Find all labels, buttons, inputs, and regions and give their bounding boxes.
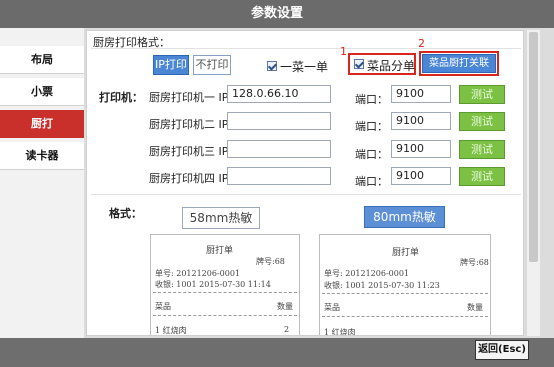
printer-2-port-input[interactable]: 9100 <box>391 112 451 130</box>
printer-4-port-input[interactable]: 9100 <box>391 167 451 185</box>
no-print-button[interactable]: 不打印 <box>193 55 231 75</box>
printer-4-test-button[interactable]: 测试 <box>459 167 505 186</box>
sidebar-item-layout[interactable]: 布局 <box>0 46 84 74</box>
split-order-label: 菜品分单 <box>367 59 416 73</box>
printer-2-label: 厨房打印机二 IP： <box>149 118 240 131</box>
printer-1-label: 厨房打印机一 IP： <box>149 91 240 104</box>
receipt-58-rule <box>153 315 297 316</box>
sidebar-item-card-reader[interactable]: 读卡器 <box>0 142 84 170</box>
printer-2-port-label: 端口： <box>355 120 388 133</box>
receipt-80-col-item: 菜品 <box>324 303 340 312</box>
printer-3-ip-input[interactable] <box>227 140 331 158</box>
receipt-preview-80mm: 厨打单 牌号:68 单号: 20121206-0001 收银: 1001 201… <box>319 234 491 336</box>
receipt-58-cashier: 收银: 1001 2015-07-30 11:14 <box>155 280 271 289</box>
window-title: 参数设置 <box>0 0 554 28</box>
printer-3-port-input[interactable]: 9100 <box>391 140 451 158</box>
split-order-checkbox[interactable] <box>354 59 364 69</box>
dish-kitchen-link-button[interactable]: 菜品厨打关联 <box>422 54 496 73</box>
printer-1-test-button[interactable]: 测试 <box>459 85 505 104</box>
marker-1: 1 <box>340 45 347 58</box>
receipt-58-col-item: 菜品 <box>155 302 171 311</box>
marker-2: 2 <box>418 37 425 50</box>
back-button[interactable]: 返回(Esc) <box>475 340 529 360</box>
format-section-label: 格式： <box>109 207 142 220</box>
receipt-80-row-item: 1 红烧肉 <box>324 328 356 336</box>
printer-1-ip-input[interactable]: 128.0.66.10 <box>227 85 331 103</box>
receipt-58-table-no: 牌号:68 <box>256 257 285 266</box>
divider <box>91 48 521 49</box>
ip-print-button[interactable]: IP打印 <box>153 55 189 75</box>
panel-scrollbar[interactable] <box>526 30 540 336</box>
sidebar-item-receipt[interactable]: 小票 <box>0 78 84 106</box>
divider <box>91 194 521 195</box>
receipt-58-row-qty: 2 <box>284 325 290 334</box>
receipt-58-col-qty: 数量 <box>277 302 293 311</box>
receipt-preview-58mm: 厨打单 牌号:68 单号: 20121206-0001 收银: 1001 201… <box>150 234 300 335</box>
printer-2-ip-input[interactable] <box>227 112 331 130</box>
printer-4-port-label: 端口： <box>355 175 388 188</box>
one-dish-label: 一菜一单 <box>280 60 329 74</box>
format-58mm-button[interactable]: 58mm热敏 <box>182 207 260 229</box>
receipt-80-cashier: 收银: 1001 2015-07-30 11:23 <box>324 281 440 290</box>
receipt-80-rule <box>322 293 488 294</box>
receipt-80-col-qty: 数量 <box>467 303 483 312</box>
receipt-58-title: 厨打单 <box>206 246 234 256</box>
scrollbar-thumb[interactable] <box>529 32 538 262</box>
printer-4-label: 厨房打印机四 IP： <box>149 172 240 185</box>
printer-3-test-button[interactable]: 测试 <box>459 140 505 159</box>
receipt-58-order-no: 单号: 20121206-0001 <box>155 269 241 278</box>
receipt-58-rule <box>153 292 297 293</box>
sidebar: 布局 小票 厨打 读卡器 <box>0 28 84 340</box>
receipt-80-table-no: 牌号:68 <box>460 258 489 267</box>
format-80mm-button[interactable]: 80mm热敏 <box>364 206 445 228</box>
receipt-80-title: 厨打单 <box>392 248 420 258</box>
receipt-58-row-item: 1 红烧肉 <box>155 326 187 335</box>
receipt-80-rule <box>322 316 488 317</box>
printer-3-label: 厨房打印机三 IP： <box>149 145 240 158</box>
receipt-80-order-no: 单号: 20121206-0001 <box>324 269 410 278</box>
sidebar-item-kitchen-print[interactable]: 厨打 <box>0 110 84 138</box>
printer-section-label: 打印机： <box>99 91 143 104</box>
kitchen-print-panel: 厨房打印格式： IP打印 不打印 一菜一单 1 菜品分单 2 菜品厨打关联 打印… <box>86 30 524 336</box>
printer-3-port-label: 端口： <box>355 148 388 161</box>
printer-2-test-button[interactable]: 测试 <box>459 112 505 131</box>
printer-1-port-label: 端口： <box>355 93 388 106</box>
printer-1-port-input[interactable]: 9100 <box>391 85 451 103</box>
one-dish-checkbox[interactable] <box>267 61 277 71</box>
footer-bar <box>0 338 554 367</box>
printer-4-ip-input[interactable] <box>227 167 331 185</box>
